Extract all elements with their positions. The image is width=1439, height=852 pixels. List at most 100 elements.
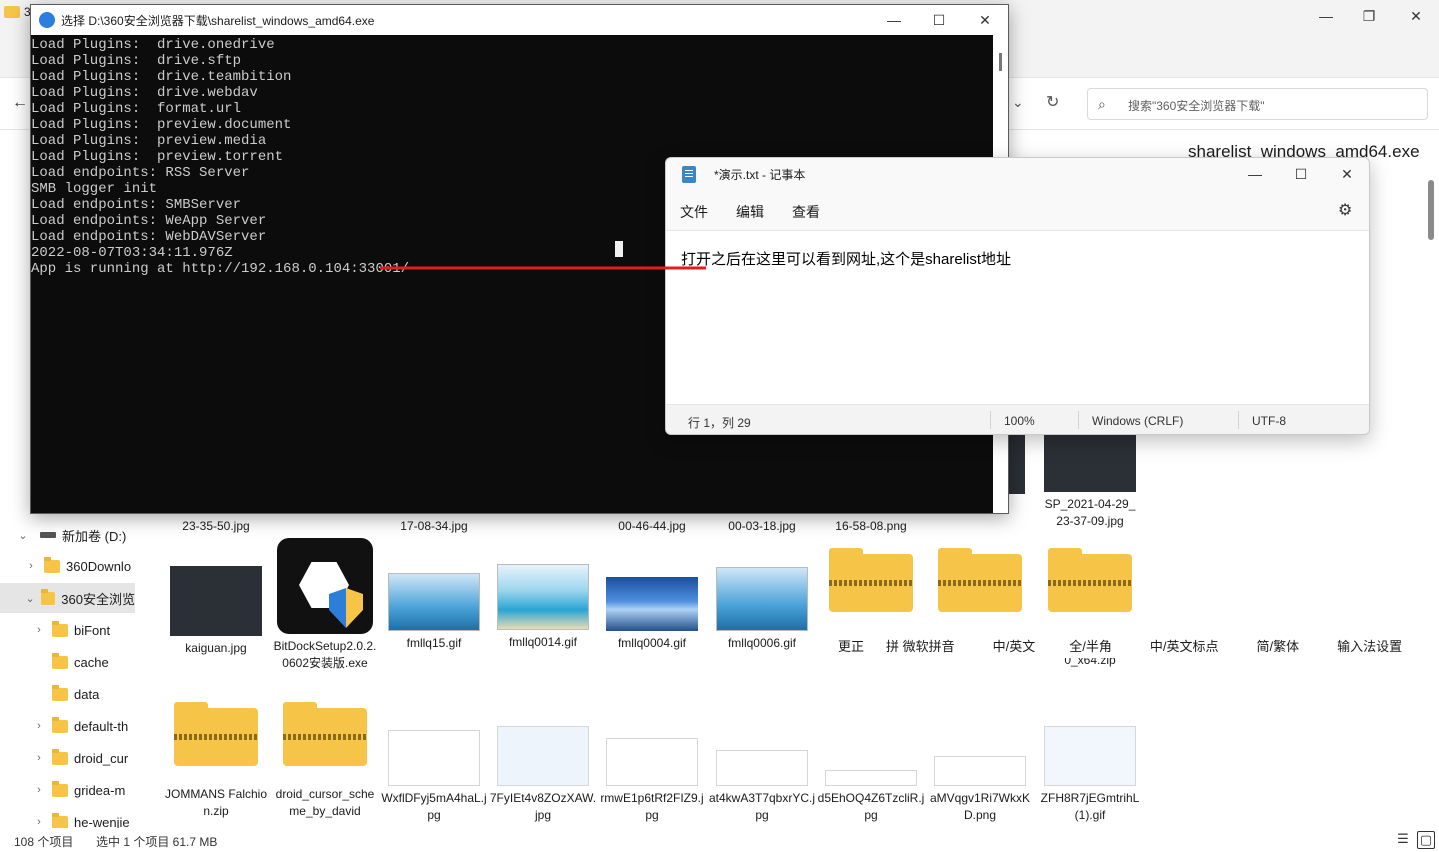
file-tile[interactable]: 16-58-08.png (817, 514, 925, 535)
file-tile[interactable]: ZFH8R7jEGmtrihL (1).gif (1036, 726, 1144, 824)
close-button[interactable]: ✕ (1393, 0, 1439, 32)
chevron-right-icon[interactable]: › (32, 720, 46, 732)
file-tile[interactable]: kaiguan.jpg (162, 566, 270, 657)
chevron-down-icon[interactable]: ⌄ (1012, 94, 1024, 111)
encoding: UTF-8 (1252, 414, 1286, 428)
file-tile[interactable]: fmllq0014.gif (489, 564, 597, 651)
file-name: droid_cursor_scheme_by_david (275, 787, 375, 818)
nav-item-default-th[interactable]: › default-th (0, 711, 135, 741)
file-tile[interactable] (817, 546, 925, 616)
ime-trad-simp-button[interactable]: 简/繁体 (1257, 636, 1300, 655)
details-view-icon[interactable]: ☰ (1394, 831, 1412, 849)
minimize-button[interactable]: — (1232, 158, 1278, 190)
nav-item-label: default-th (74, 718, 129, 734)
file-tile[interactable]: 23-35-50.jpg (162, 514, 270, 535)
nav-item-drive-d[interactable]: ⌄ 新加卷 (D:) (0, 520, 135, 550)
nav-item-360browser[interactable]: ⌄ 360安全浏览 (0, 583, 135, 613)
file-name: at4kwA3T7qbxrYC.jpg (708, 791, 816, 822)
nav-item-bifont[interactable]: › biFont (0, 615, 135, 645)
ime-pinyin-button[interactable]: 拼 微软拼音 (886, 636, 955, 655)
nav-item-360downlo[interactable]: › 360Downlo (0, 551, 135, 581)
chevron-down-icon[interactable]: ⌄ (16, 529, 30, 542)
chevron-right-icon[interactable]: › (24, 560, 38, 572)
file-tile[interactable]: fmllq0004.gif (598, 577, 706, 652)
zip-folder-icon (825, 546, 917, 616)
file-tile[interactable]: fmllq15.gif (380, 573, 488, 652)
nav-item-gridea-m[interactable]: › gridea-m (0, 775, 135, 805)
ime-settings-button[interactable]: 输入法设置 (1337, 636, 1402, 655)
nav-item-droid-cur[interactable]: › droid_cur (0, 743, 135, 773)
file-tile[interactable] (926, 546, 1034, 616)
file-tile[interactable]: at4kwA3T7qbxrYC.jpg (708, 750, 816, 824)
file-tile[interactable]: 7FyIEt4v8ZOzXAW.jpg (489, 726, 597, 824)
file-tile[interactable]: 00-03-18.jpg (708, 514, 816, 535)
notepad-statusbar: 行 1，列 29 100% Windows (CRLF) UTF-8 (666, 404, 1369, 434)
refresh-icon[interactable]: ↻ (1046, 92, 1059, 112)
item-count: 108 个项目 (14, 835, 74, 849)
file-tile[interactable]: WxflDFyj5mA4haL.jpg (380, 730, 488, 824)
ime-cn-en-button[interactable]: 中/英文 (993, 636, 1036, 655)
folder-icon (52, 748, 68, 765)
file-tile[interactable]: rmwE1p6tRf2FIZ9.jpg (598, 738, 706, 824)
ime-correct-button[interactable]: 更正 (838, 636, 864, 655)
maximize-button[interactable]: ❐ (1346, 0, 1392, 32)
gear-icon[interactable]: ⚙ (1338, 200, 1352, 220)
file-name: aMVqgv1Ri7WkxKD.png (929, 791, 1031, 822)
image-thumbnail (1044, 726, 1136, 786)
nav-item-label: gridea-m (74, 782, 126, 798)
file-name: 00-46-44.jpg (618, 519, 686, 533)
close-button[interactable]: ✕ (962, 5, 1008, 35)
ime-width-button[interactable]: 全/半角 (1069, 636, 1112, 655)
status-bar: 108 个项目 选中 1 个项目 61.7 MB ☰ ▢ (0, 828, 1439, 852)
chevron-right-icon[interactable]: › (32, 784, 46, 796)
file-name: fmllq15.gif (406, 636, 462, 650)
nav-item-cache[interactable]: cache (0, 647, 135, 677)
file-tile[interactable]: aMVqgv1Ri7WkxKD.png (926, 756, 1034, 824)
file-tile[interactable]: 17-08-34.jpg (380, 514, 488, 535)
image-thumbnail (606, 738, 698, 786)
file-tile[interactable]: 00-46-44.jpg (598, 514, 706, 535)
file-tile[interactable]: droid_cursor_scheme_by_david (271, 700, 379, 820)
image-thumbnail (606, 577, 698, 631)
file-tile[interactable]: fmllq0006.gif (708, 567, 816, 652)
image-thumbnail (716, 750, 808, 786)
explorer-tab[interactable]: 36 (0, 0, 37, 32)
file-tile[interactable]: JOMMANS Falchion.zip (162, 700, 270, 820)
file-name: SP_2021-04-29_ 23-37-09.jpg (1044, 497, 1136, 528)
image-thumbnail (1044, 430, 1136, 492)
nav-item-label: data (74, 686, 100, 702)
file-tile[interactable]: SP_2021-04-29_ 23-37-09.jpg (1036, 430, 1144, 530)
scrollbar[interactable] (1428, 180, 1434, 240)
ime-punct-button[interactable]: 中/英文标点 (1150, 636, 1219, 655)
tiles-view-icon[interactable]: ▢ (1417, 831, 1435, 849)
chevron-right-icon[interactable]: › (32, 752, 46, 764)
chevron-right-icon[interactable]: › (32, 816, 46, 828)
maximize-button[interactable]: ☐ (1278, 158, 1324, 190)
console-title: 选择 D:\360安全浏览器下载\sharelist_windows_amd64… (61, 14, 375, 28)
search-input[interactable]: ⌕ 搜索"360安全浏览器下载" (1087, 88, 1428, 120)
minimize-button[interactable]: — (1303, 0, 1349, 32)
notepad-menubar: 文件 编辑 查看 ⚙ (666, 190, 1369, 230)
notepad-editor[interactable]: 打开之后在这里可以看到网址,这个是sharelist地址 (666, 230, 1369, 404)
nav-item-data[interactable]: data (0, 679, 135, 709)
folder-icon (52, 716, 68, 733)
menu-edit[interactable]: 编辑 (736, 202, 764, 222)
text-cursor (615, 241, 623, 257)
zoom-level: 100% (1004, 414, 1035, 428)
chevron-right-icon[interactable]: › (32, 624, 46, 636)
menu-file[interactable]: 文件 (680, 202, 708, 222)
maximize-button[interactable]: ☐ (916, 5, 962, 35)
file-tile[interactable]: BitDockSetup2.0.2.0602安装版.exe (271, 538, 379, 672)
menu-view[interactable]: 查看 (792, 202, 820, 222)
image-thumbnail (497, 726, 589, 786)
cursor-position: 行 1，列 29 (688, 416, 751, 430)
file-name: 7FyIEt4v8ZOzXAW.jpg (489, 791, 597, 822)
file-name: fmllq0004.gif (617, 636, 687, 650)
chevron-down-icon[interactable]: ⌄ (24, 592, 36, 605)
close-button[interactable]: ✕ (1324, 158, 1369, 190)
console-line: Load Plugins: preview.media (31, 133, 267, 149)
back-arrow-icon[interactable]: ← (12, 94, 28, 112)
minimize-button[interactable]: — (871, 5, 917, 35)
nav-item-label: cache (74, 654, 109, 670)
file-tile[interactable]: d5EhOQ4Z6TzcliR.jpg (817, 770, 925, 824)
